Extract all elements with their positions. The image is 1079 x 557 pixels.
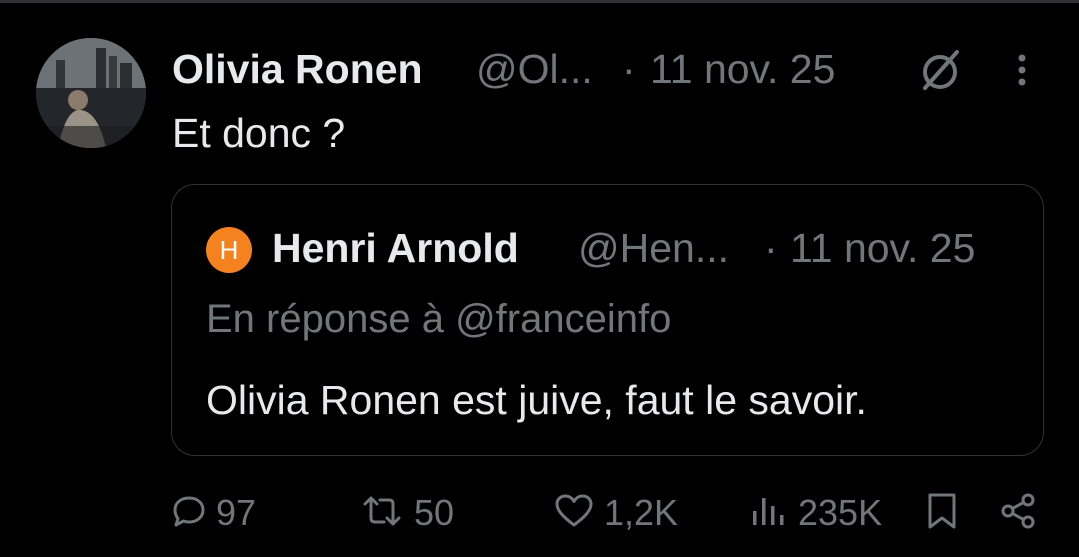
share-button[interactable] [998,488,1038,538]
reply-count: 97 [216,492,257,533]
views-count: 235K [798,492,883,533]
reply-context: En réponse à @franceinfo [206,297,672,341]
author-name[interactable]: Olivia Ronen [172,46,423,93]
quoted-avatar[interactable]: H [206,227,252,273]
author-handle[interactable]: @Ol... [476,46,593,93]
reply-icon [172,494,206,533]
views-icon [748,493,788,534]
bookmark-icon [924,491,960,536]
post-date[interactable]: 11 nov. 25 [650,46,835,93]
reply-button[interactable]: 97 [172,488,256,538]
views-button[interactable]: 235K [748,488,882,538]
repost-button[interactable]: 50 [360,488,454,538]
quoted-date: 11 nov. 25 [790,225,976,271]
share-icon [998,491,1038,536]
post-text: Et donc ? [172,110,346,156]
repost-icon [360,494,404,533]
like-button[interactable]: 1,2K [554,488,678,538]
quoted-text: Olivia Ronen est juive, faut le savoir. [206,377,867,423]
more-options-icon[interactable] [1007,50,1037,90]
repost-count: 50 [414,492,455,533]
separator-dot: · [622,46,636,92]
quoted-separator-dot: · [764,225,778,271]
quoted-post[interactable]: H Henri Arnold @Hen... · 11 nov. 25 En r… [171,184,1044,456]
like-icon [554,493,594,534]
quoted-author-name: Henri Arnold [272,225,519,271]
avatar[interactable] [36,38,146,148]
bookmark-button[interactable] [924,488,960,538]
post-header: Olivia Ronen @Ol... · 11 nov. 25 [172,44,1052,94]
like-count: 1,2K [604,492,679,533]
quoted-author-handle: @Hen... [578,225,730,271]
grok-icon[interactable] [917,46,965,94]
top-divider [0,0,1079,3]
action-bar: 97 50 1,2K 235K [0,488,1079,538]
